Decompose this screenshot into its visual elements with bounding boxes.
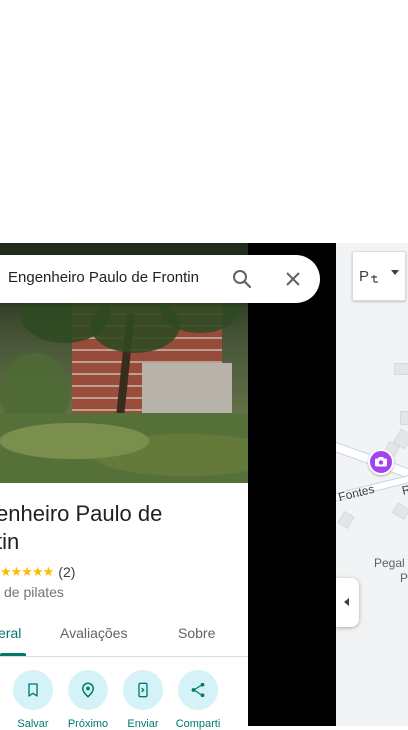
action-buttons: Salvar Próximo Enviar Comparti xyxy=(0,670,248,730)
nearby-button-circle[interactable] xyxy=(68,670,108,710)
share-button[interactable]: Comparti xyxy=(176,670,220,730)
tab-overview[interactable]: eral xyxy=(0,625,21,641)
tab-about[interactable]: Sobre xyxy=(178,625,215,641)
street-label-2: R xyxy=(400,482,408,498)
nearby-button[interactable]: Próximo xyxy=(68,670,108,730)
send-button-circle[interactable] xyxy=(123,670,163,710)
place-label-line1[interactable]: Pegal xyxy=(374,556,405,570)
photo-ground-plants xyxy=(0,413,248,483)
star-rating: ★★★★★ xyxy=(0,564,54,579)
tab-reviews[interactable]: Avaliações xyxy=(60,625,127,641)
camera-icon xyxy=(375,457,387,467)
send-to-phone-icon xyxy=(138,682,148,698)
map-building xyxy=(400,411,408,425)
save-button-circle[interactable] xyxy=(13,670,53,710)
bookmark-icon xyxy=(28,683,38,697)
save-button[interactable]: Salvar xyxy=(13,670,53,730)
place-label-line2[interactable]: P xyxy=(400,571,408,585)
place-category[interactable]: de pilates xyxy=(4,584,64,600)
search-input[interactable]: Engenheiro Paulo de Frontin xyxy=(8,269,199,286)
send-button-label: Enviar xyxy=(127,718,159,730)
chevron-down-icon[interactable] xyxy=(391,270,399,275)
blank-area xyxy=(0,0,408,243)
nearby-button-label: Próximo xyxy=(67,718,109,730)
share-button-label: Comparti xyxy=(175,718,221,730)
collapse-panel-button[interactable] xyxy=(336,578,359,627)
place-title-line2: tin xyxy=(0,529,20,554)
send-to-phone-button[interactable]: Enviar xyxy=(123,670,163,730)
search-box[interactable]: Engenheiro Paulo de Frontin xyxy=(0,255,320,303)
panel-gap xyxy=(248,243,336,726)
map-building xyxy=(337,510,355,530)
layer-sub-icon xyxy=(371,275,378,283)
active-tab-indicator xyxy=(0,653,26,656)
rating-row[interactable]: ★★★★★ (2) xyxy=(0,563,75,581)
map-layer-control[interactable]: P xyxy=(352,251,406,301)
map-building xyxy=(391,502,408,520)
review-count[interactable]: (2) xyxy=(58,564,75,580)
layer-label: P xyxy=(359,268,370,285)
search-icon[interactable] xyxy=(230,267,254,291)
place-title-line1: enheiro Paulo de xyxy=(0,501,163,526)
street-label: Fontes xyxy=(336,481,376,505)
chevron-left-icon xyxy=(344,598,349,606)
close-icon[interactable] xyxy=(281,267,305,291)
place-tabs: eral Avaliações Sobre xyxy=(0,612,248,657)
share-icon xyxy=(191,682,205,698)
nearby-icon xyxy=(81,682,95,698)
place-title: enheiro Paulo de tin xyxy=(0,500,236,556)
map-canvas[interactable]: Fontes R Pegal P xyxy=(336,243,408,726)
save-button-label: Salvar xyxy=(17,718,49,730)
map-building xyxy=(394,363,408,375)
share-button-circle[interactable] xyxy=(178,670,218,710)
camera-pin-icon[interactable] xyxy=(368,449,394,475)
